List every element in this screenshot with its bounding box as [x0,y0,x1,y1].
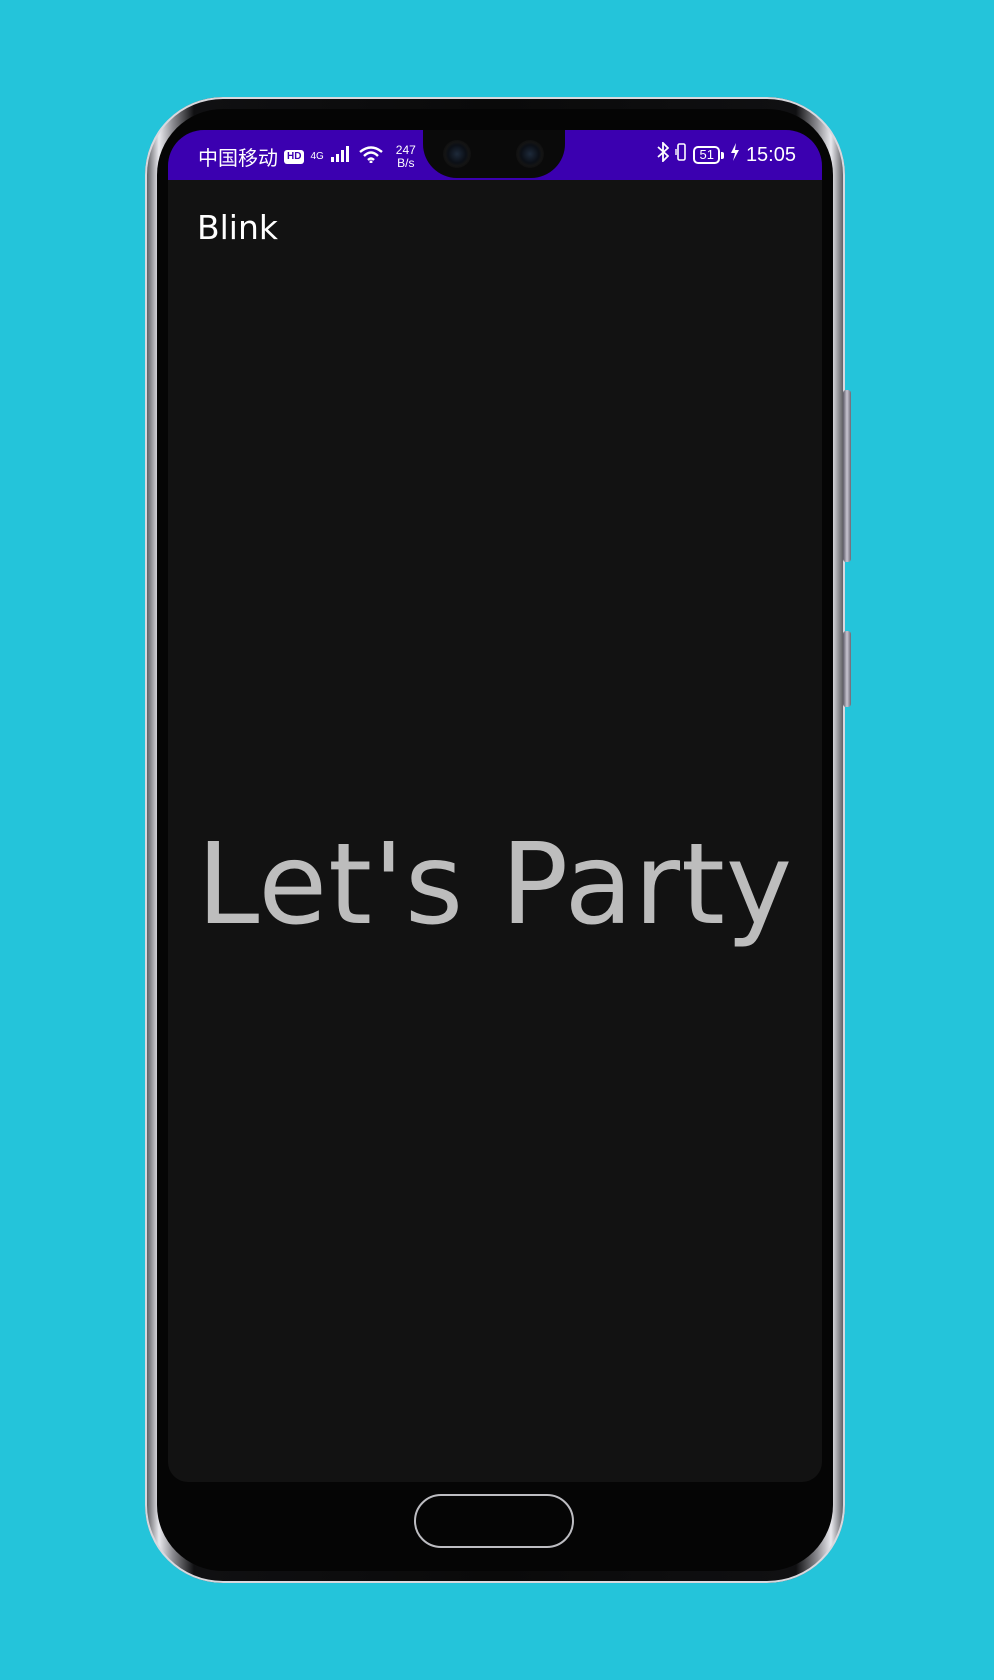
volume-button [843,390,851,562]
hd-badge: HD [284,149,305,164]
camera-notch [423,130,565,178]
network-type-label: 4G [310,150,324,162]
power-button [843,631,851,707]
bluetooth-icon [657,140,670,168]
net-speed-unit: B/s [397,155,415,170]
status-bar: 中国移动 HD 4G 247 B/s 51 15:05 [168,130,822,180]
app-title: Blink [197,208,279,247]
front-camera-icon [443,140,471,168]
charging-icon [730,143,740,167]
battery-icon: 51 [693,146,725,164]
clock-time: 15:05 [745,143,796,166]
signal-icon [330,145,352,168]
status-bar-left: 中国移动 HD 4G 247 B/s [198,142,416,171]
wifi-icon [358,145,384,169]
net-speed-value: 247 [395,142,416,157]
mockup-background: 中国移动 HD 4G 247 B/s 51 15:05 Blink Let's … [0,0,994,1680]
vibrate-icon [675,142,687,168]
front-camera-icon [516,140,544,168]
party-message: Let's Party [196,820,794,950]
home-button[interactable] [414,1494,574,1548]
net-speed: 247 B/s [395,142,416,170]
status-bar-right: 51 15:05 [657,140,796,168]
carrier-label: 中国移动 [198,148,278,170]
phone-screen: 中国移动 HD 4G 247 B/s 51 15:05 Blink Let's … [168,130,822,1482]
battery-level: 51 [699,147,714,162]
